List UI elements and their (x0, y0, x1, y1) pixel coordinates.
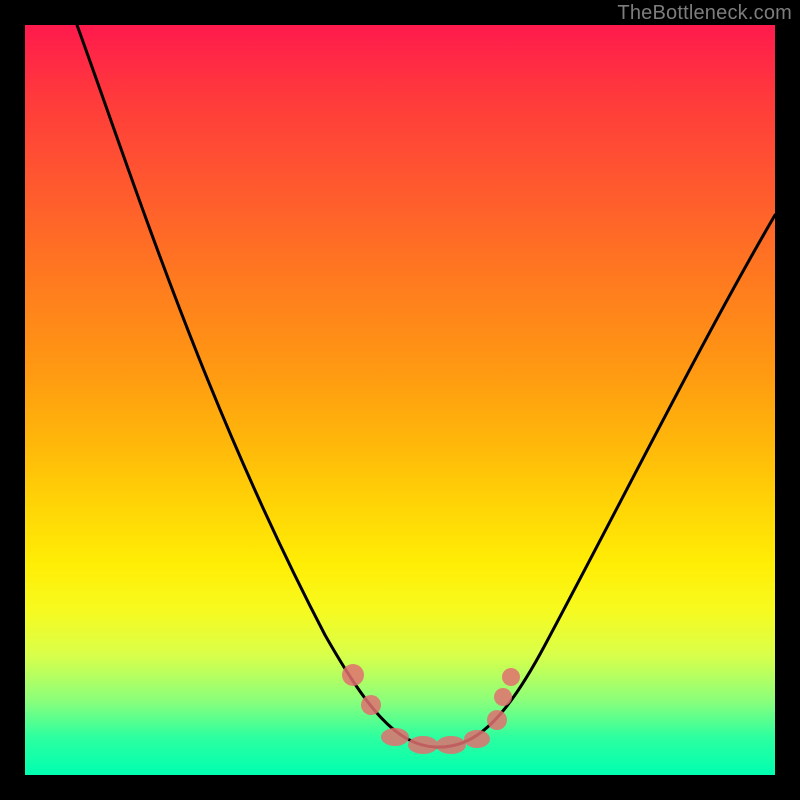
watermark-text: TheBottleneck.com (617, 2, 792, 25)
curve-layer (25, 25, 775, 775)
bottleneck-curve (77, 25, 775, 747)
plot-area (25, 25, 775, 775)
marker-group (342, 664, 520, 754)
chart-frame: TheBottleneck.com (0, 0, 800, 800)
